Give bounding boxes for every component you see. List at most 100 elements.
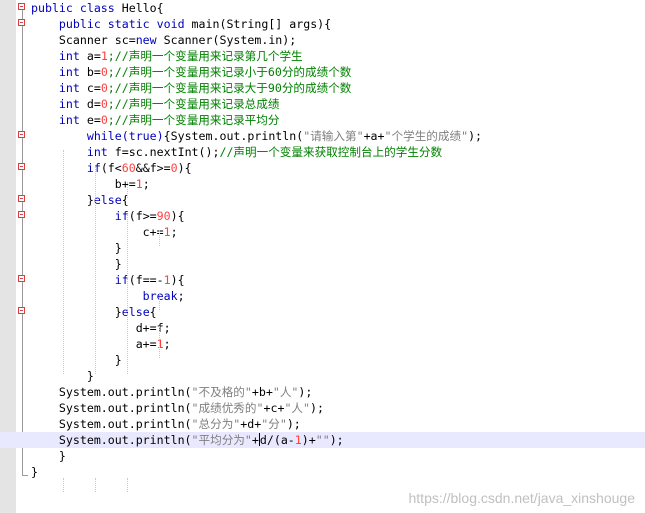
- code-token: "分": [261, 417, 287, 431]
- code-token: }: [31, 449, 66, 463]
- code-token: "平均分为": [191, 433, 252, 447]
- code-text: }else{: [31, 304, 157, 320]
- code-token: d/(a-: [259, 433, 295, 447]
- code-token: ;: [170, 225, 178, 239]
- fold-toggle-icon[interactable]: [18, 307, 25, 314]
- code-token: ){: [170, 273, 185, 287]
- code-token: public static void: [31, 17, 192, 31]
- code-token: "成绩优秀的": [191, 401, 264, 415]
- code-token: while(true): [31, 129, 164, 143]
- code-text: d+=f;: [31, 320, 171, 336]
- code-token: d+=f;: [31, 321, 171, 335]
- code-line[interactable]: if(f<60&&f>=0){: [0, 160, 645, 176]
- code-line[interactable]: }else{: [0, 304, 645, 320]
- code-token: new: [135, 33, 164, 47]
- code-line[interactable]: d+=f;: [0, 320, 645, 336]
- code-line[interactable]: public static void main(String[] args){: [0, 16, 645, 32]
- code-text: }else{: [31, 192, 129, 208]
- indent-guide: [95, 166, 96, 374]
- code-line[interactable]: int d=0;//声明一个变量用来记录总成绩: [0, 96, 645, 112]
- code-line[interactable]: if(f>=90){: [0, 208, 645, 224]
- code-line[interactable]: int b=0;//声明一个变量用来记录小于60分的成绩个数: [0, 64, 645, 80]
- code-line[interactable]: }: [0, 352, 645, 368]
- code-token: "总分为": [191, 417, 241, 431]
- code-token: +d+: [240, 417, 262, 431]
- indent-guide: [63, 150, 64, 374]
- fold-toggle-icon[interactable]: [18, 131, 25, 138]
- code-editor[interactable]: public class Hello{ public static void m…: [0, 0, 645, 513]
- code-line[interactable]: while(true){System.out.println("请输入第"+a+…: [0, 128, 645, 144]
- code-token: f=sc.nextInt();: [114, 145, 220, 159]
- code-token: ;: [177, 289, 185, 303]
- code-line[interactable]: break;: [0, 288, 645, 304]
- code-line[interactable]: }: [0, 448, 645, 464]
- code-token: ;//声明一个变量用来记录平均分: [107, 113, 280, 127]
- code-line[interactable]: if(f==-1){: [0, 272, 645, 288]
- code-token: int: [31, 81, 87, 95]
- fold-toggle-icon[interactable]: [18, 3, 25, 10]
- code-token: }: [31, 465, 38, 479]
- code-text: public static void main(String[] args){: [31, 16, 331, 32]
- code-token: c+=: [31, 225, 164, 239]
- code-line[interactable]: }: [0, 256, 645, 272]
- code-token: 0: [100, 81, 108, 95]
- code-line[interactable]: int c=0;//声明一个变量用来记录大于90分的成绩个数: [0, 80, 645, 96]
- code-line[interactable]: System.out.println("成绩优秀的"+c+"人");: [0, 400, 645, 416]
- code-line[interactable]: public class Hello{: [0, 0, 645, 16]
- code-token: "不及格的": [191, 385, 252, 399]
- code-line[interactable]: System.out.println("平均分为"+d/(a-1)+"");: [0, 432, 645, 448]
- code-line[interactable]: int f=sc.nextInt();//声明一个变量来获取控制台上的学生分数: [0, 144, 645, 160]
- code-token: "人": [284, 401, 310, 415]
- code-token: }: [31, 305, 122, 319]
- code-token: Scanner(System.in);: [163, 33, 297, 47]
- code-token: Hello{: [121, 1, 164, 15]
- code-token: {System.out.println(: [163, 129, 304, 143]
- code-text: c+=1;: [31, 224, 178, 240]
- code-token: 0: [100, 113, 108, 127]
- code-token: );: [310, 401, 324, 415]
- code-text: int c=0;//声明一个变量用来记录大于90分的成绩个数: [31, 80, 351, 96]
- code-token: "人": [272, 385, 299, 399]
- code-token: break: [31, 289, 178, 303]
- indent-guide: [127, 182, 128, 198]
- code-token: //声明一个变量来获取控制台上的学生分数: [219, 145, 443, 159]
- fold-toggle-icon[interactable]: [18, 195, 25, 202]
- code-line[interactable]: a+=1;: [0, 336, 645, 352]
- fold-toggle-icon[interactable]: [18, 163, 25, 170]
- code-token: 0: [100, 97, 108, 111]
- code-line[interactable]: }else{: [0, 192, 645, 208]
- code-token: ;//声明一个变量用来记录总成绩: [107, 97, 280, 111]
- code-token: if: [31, 161, 101, 175]
- code-token: if: [31, 273, 129, 287]
- code-line[interactable]: int e=0;//声明一个变量用来记录平均分: [0, 112, 645, 128]
- code-text: }: [31, 352, 122, 368]
- code-line[interactable]: Scanner sc=new Scanner(System.in);: [0, 32, 645, 48]
- code-line[interactable]: System.out.println("总分为"+d+"分");: [0, 416, 645, 432]
- code-line[interactable]: }: [0, 368, 645, 384]
- fold-toggle-icon[interactable]: [18, 211, 25, 218]
- fold-toggle-icon[interactable]: [18, 275, 25, 282]
- code-token: b=: [86, 65, 101, 79]
- code-token: 1: [135, 177, 143, 191]
- code-token: ;//声明一个变量用来记录第几个学生: [107, 49, 303, 63]
- code-text: System.out.println("成绩优秀的"+c+"人");: [31, 400, 324, 416]
- code-line[interactable]: System.out.println("不及格的"+b+"人");: [0, 384, 645, 400]
- code-token: public class: [31, 1, 122, 15]
- fold-toggle-icon[interactable]: [18, 19, 25, 26]
- code-line[interactable]: c+=1;: [0, 224, 645, 240]
- code-line[interactable]: int a=1;//声明一个变量用来记录第几个学生: [0, 48, 645, 64]
- code-line[interactable]: }: [0, 240, 645, 256]
- code-line[interactable]: b+=1;: [0, 176, 645, 192]
- code-token: ){: [170, 209, 185, 223]
- code-token: ;: [142, 177, 150, 191]
- code-token: +: [251, 433, 259, 447]
- code-token: 90: [156, 209, 171, 223]
- indent-guide: [159, 230, 160, 246]
- code-token: else: [93, 193, 122, 207]
- code-text: int f=sc.nextInt();//声明一个变量来获取控制台上的学生分数: [31, 144, 442, 160]
- code-line[interactable]: }: [0, 464, 645, 480]
- code-text: Scanner sc=new Scanner(System.in);: [31, 32, 296, 48]
- code-text: System.out.println("总分为"+d+"分");: [31, 416, 301, 432]
- code-token: 1: [163, 273, 171, 287]
- code-token: int: [31, 145, 115, 159]
